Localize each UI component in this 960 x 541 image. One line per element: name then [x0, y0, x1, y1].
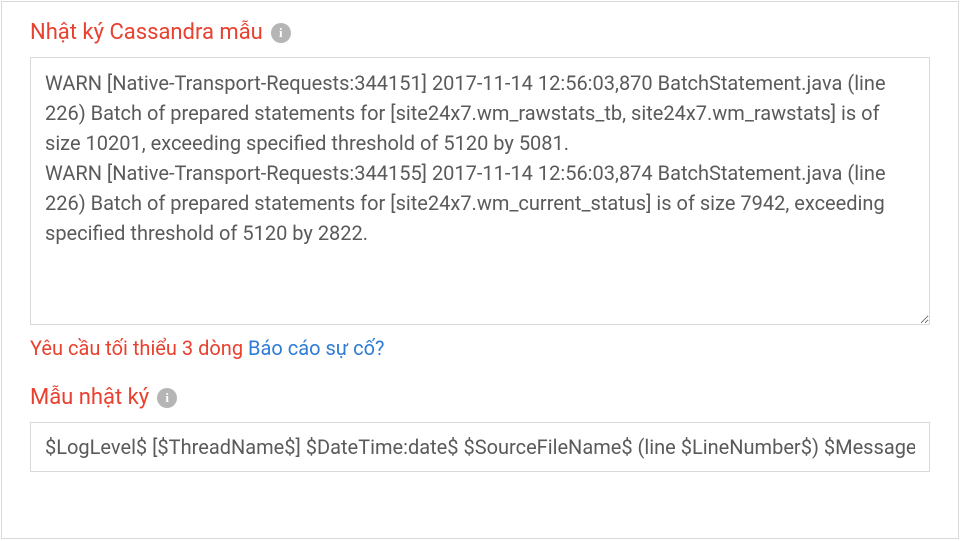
sample-log-label: Nhật ký Cassandra mẫu i	[30, 20, 930, 45]
sample-log-textarea[interactable]: WARN [Native-Transport-Requests:344151] …	[30, 57, 930, 325]
info-icon[interactable]: i	[157, 388, 177, 408]
hint-row: Yêu cầu tối thiểu 3 dòng Báo cáo sự cố?	[30, 333, 930, 363]
sample-log-label-text: Nhật ký Cassandra mẫu	[30, 20, 263, 45]
form-panel: Nhật ký Cassandra mẫu i WARN [Native-Tra…	[1, 1, 959, 539]
min-lines-hint: Yêu cầu tối thiểu 3 dòng	[30, 336, 243, 360]
report-issue-link[interactable]: Báo cáo sự cố?	[248, 336, 384, 360]
pattern-label: Mẫu nhật ký i	[30, 385, 930, 410]
pattern-label-text: Mẫu nhật ký	[30, 385, 149, 410]
spacer	[30, 363, 930, 385]
info-icon[interactable]: i	[271, 23, 291, 43]
pattern-input[interactable]	[30, 422, 930, 472]
